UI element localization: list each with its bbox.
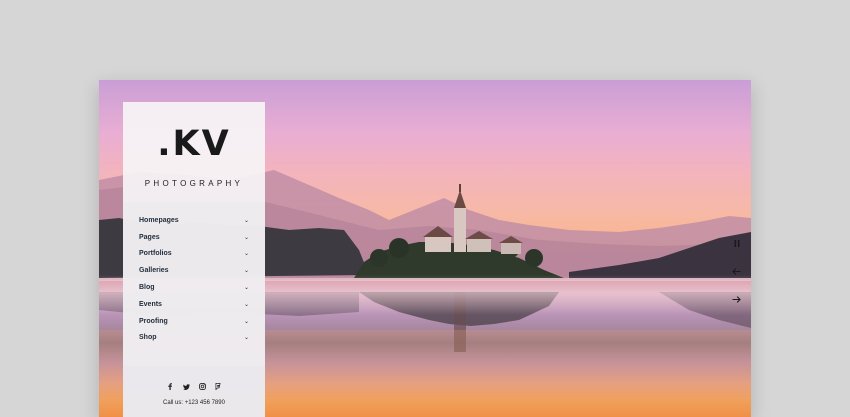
- chevron-down-icon: ⌄: [243, 217, 249, 224]
- site-logo[interactable]: .KV: [123, 124, 265, 164]
- menu-item-label: Blog: [139, 284, 155, 292]
- chevron-down-icon: ⌄: [243, 301, 249, 308]
- arrow-left-icon[interactable]: [731, 266, 741, 276]
- menu-item-events[interactable]: Events ⌄: [123, 296, 265, 313]
- menu-item-proofing[interactable]: Proofing ⌄: [123, 313, 265, 330]
- menu-item-label: Events: [139, 300, 162, 308]
- menu-item-label: Pages: [139, 233, 160, 241]
- chevron-down-icon: ⌄: [243, 285, 249, 292]
- main-menu: Homepages ⌄ Pages ⌄ Portfolios ⌄ Galleri…: [123, 202, 265, 366]
- menu-item-label: Shop: [139, 334, 157, 342]
- foursquare-icon[interactable]: [215, 383, 222, 390]
- facebook-icon[interactable]: [167, 383, 174, 390]
- chevron-down-icon: ⌄: [243, 268, 249, 275]
- sidebar-footer: Call us: +123 456 7890: [123, 366, 265, 417]
- pause-icon[interactable]: [732, 238, 742, 248]
- site-tagline: PHOTOGRAPHY: [144, 179, 244, 188]
- menu-item-label: Portfolios: [139, 250, 172, 258]
- menu-item-homepages[interactable]: Homepages ⌄: [123, 212, 265, 229]
- contact-phone: Call us: +123 456 7890: [163, 400, 225, 406]
- instagram-icon[interactable]: [198, 383, 206, 390]
- menu-item-label: Homepages: [139, 216, 179, 224]
- arrow-right-icon[interactable]: [731, 294, 741, 304]
- chevron-down-icon: ⌄: [243, 251, 249, 258]
- twitter-icon[interactable]: [182, 383, 190, 390]
- menu-item-shop[interactable]: Shop ⌄: [123, 330, 265, 347]
- menu-item-label: Galleries: [139, 267, 169, 275]
- chevron-down-icon: ⌄: [243, 318, 249, 325]
- menu-item-label: Proofing: [139, 317, 168, 325]
- website-preview: .KV PHOTOGRAPHY Homepages ⌄ Pages ⌄ Port…: [99, 80, 751, 417]
- menu-item-portfolios[interactable]: Portfolios ⌄: [123, 246, 265, 263]
- sidebar: .KV PHOTOGRAPHY Homepages ⌄ Pages ⌄ Port…: [123, 102, 265, 417]
- chevron-down-icon: ⌄: [243, 335, 249, 342]
- menu-item-pages[interactable]: Pages ⌄: [123, 229, 265, 246]
- menu-item-galleries[interactable]: Galleries ⌄: [123, 262, 265, 279]
- menu-item-blog[interactable]: Blog ⌄: [123, 279, 265, 296]
- social-links: [123, 383, 265, 390]
- chevron-down-icon: ⌄: [243, 234, 249, 241]
